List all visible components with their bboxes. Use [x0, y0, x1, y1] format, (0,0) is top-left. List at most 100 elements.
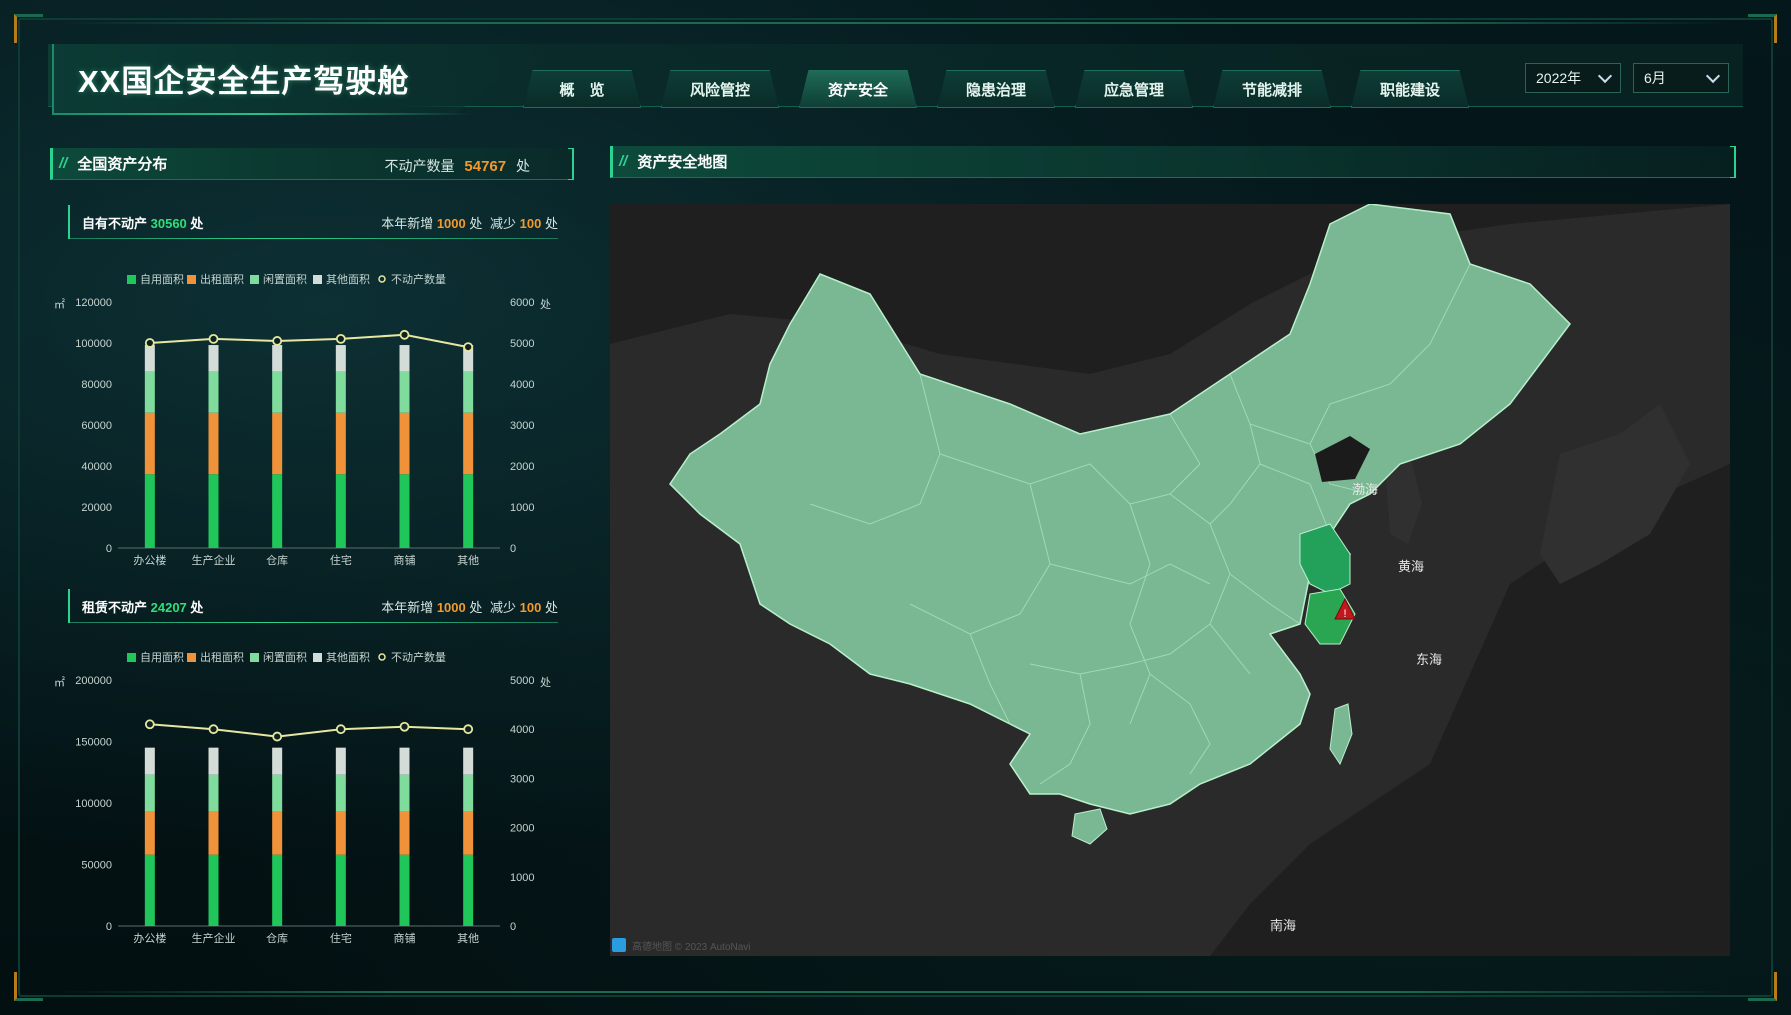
yellow-sea-label: 黄海	[1398, 559, 1424, 574]
tab-emergency[interactable]: 应急管理	[1075, 70, 1193, 108]
reduce-value: 100	[519, 216, 542, 231]
y2-tick-label: 2000	[510, 461, 534, 473]
count-point	[399, 721, 410, 732]
bar-segment	[208, 345, 219, 372]
bar-segment	[144, 747, 155, 775]
count-line	[149, 723, 469, 738]
legend-label: 自用面积	[140, 651, 184, 664]
divider	[70, 622, 558, 623]
legend-swatch	[127, 653, 136, 662]
chevron-down-icon	[1597, 68, 1613, 84]
year-select[interactable]: 2022年	[1525, 63, 1621, 93]
bar-segment	[463, 371, 474, 413]
tab-label: 概 览	[559, 81, 605, 99]
tab-overview[interactable]: 概 览	[523, 70, 641, 108]
owned-property-header: 自有不动产 30560 处 本年新增 1000 处 减少 100 处	[68, 205, 558, 239]
bar-segment	[144, 412, 155, 475]
bar-segment	[335, 774, 346, 812]
bar-segment	[208, 412, 219, 475]
new-label: 本年新增	[381, 600, 434, 615]
legend-swatch	[250, 275, 259, 284]
bar-segment	[335, 747, 346, 775]
tab-energy-saving[interactable]: 节能减排	[1213, 70, 1331, 108]
bar-segment	[399, 474, 410, 548]
month-select[interactable]: 6月	[1633, 63, 1729, 93]
corner-decoration	[1748, 14, 1777, 43]
y-tick-label: 100000	[75, 338, 112, 350]
y2-tick-label: 5000	[510, 338, 534, 350]
bar-segment	[144, 774, 155, 812]
bar-segment	[208, 747, 219, 775]
count-point	[272, 731, 283, 742]
bar-segment	[272, 774, 283, 812]
count-point	[463, 342, 474, 352]
bar-segment	[272, 811, 283, 855]
tab-label: 风险管控	[689, 81, 750, 99]
tab-asset-safety[interactable]: 资产安全	[799, 70, 917, 108]
bar-segment	[463, 412, 474, 475]
rented-label: 租赁不动产	[82, 600, 148, 615]
bar-segment	[208, 811, 219, 855]
y2-tick-label: 4000	[510, 724, 534, 736]
slash-icon: //	[619, 153, 628, 170]
bar-segment	[272, 345, 283, 372]
legend-swatch	[378, 653, 386, 661]
asset-safety-map[interactable]: ! 渤海 黄海 东海 南海 高德地图 © 2023 AutoNavi	[610, 204, 1730, 956]
bracket-decoration	[1730, 146, 1736, 178]
tab-label: 职能建设	[1379, 81, 1440, 99]
new-unit: 处	[469, 216, 483, 231]
map-canvas[interactable]: ! 渤海 黄海 东海 南海 高德地图 © 2023 AutoNavi	[610, 204, 1730, 956]
divider	[70, 238, 558, 239]
tab-hazard-governance[interactable]: 隐患治理	[937, 70, 1055, 108]
x-tick-label: 生产企业	[192, 553, 236, 567]
legend-swatch	[313, 653, 322, 662]
legend-swatch	[378, 275, 386, 283]
owned-unit: 处	[190, 216, 204, 231]
reduce-label: 减少	[490, 600, 517, 615]
y-tick-label: 100000	[75, 798, 112, 810]
chevron-down-icon	[1705, 68, 1721, 84]
bar-segment	[463, 811, 474, 855]
y-axis-unit: ㎡	[54, 298, 65, 311]
title-underline	[52, 113, 472, 115]
bar-segment	[144, 811, 155, 855]
owned-label: 自有不动产	[82, 216, 148, 231]
y2-tick-label: 0	[510, 921, 516, 933]
tab-risk-control[interactable]: 风险管控	[661, 70, 779, 108]
x-tick-label: 其他	[457, 554, 479, 567]
reduce-label: 减少	[490, 216, 517, 231]
bar-segment	[463, 854, 474, 926]
y2-tick-label: 1000	[510, 872, 534, 884]
tab-function-building[interactable]: 职能建设	[1351, 70, 1469, 108]
south-sea-label: 南海	[1270, 918, 1296, 933]
y2-axis-unit: 处	[540, 676, 551, 689]
month-select-value: 6月	[1644, 70, 1666, 86]
bar-segment	[399, 345, 410, 372]
y2-tick-label: 4000	[510, 379, 534, 391]
y-tick-label: 80000	[81, 379, 112, 391]
bohai-label: 渤海	[1352, 482, 1378, 497]
bar-segment	[144, 474, 155, 548]
new-label: 本年新增	[381, 216, 434, 231]
reduce-value: 100	[519, 600, 542, 615]
y2-tick-label: 3000	[510, 420, 534, 432]
count-point	[144, 719, 155, 730]
bar-segment	[144, 345, 155, 372]
owned-count: 30560	[150, 216, 187, 231]
x-tick-label: 仓库	[266, 931, 288, 945]
panel-title: 全国资产分布	[77, 156, 168, 173]
tab-label: 资产安全	[827, 81, 888, 99]
y2-axis-unit: 处	[540, 298, 551, 311]
y-tick-label: 0	[106, 921, 112, 933]
new-value: 1000	[436, 600, 466, 615]
amap-logo-icon	[612, 938, 626, 952]
bar-segment	[335, 345, 346, 372]
y-axis-unit: ㎡	[54, 676, 65, 689]
bar-segment	[335, 371, 346, 413]
total-label: 不动产数量	[384, 158, 455, 174]
legend-swatch	[187, 275, 196, 284]
count-point	[144, 338, 155, 348]
legend-swatch	[250, 653, 259, 662]
year-select-value: 2022年	[1536, 70, 1582, 86]
rented-property-header: 租赁不动产 24207 处 本年新增 1000 处 减少 100 处	[68, 589, 558, 623]
